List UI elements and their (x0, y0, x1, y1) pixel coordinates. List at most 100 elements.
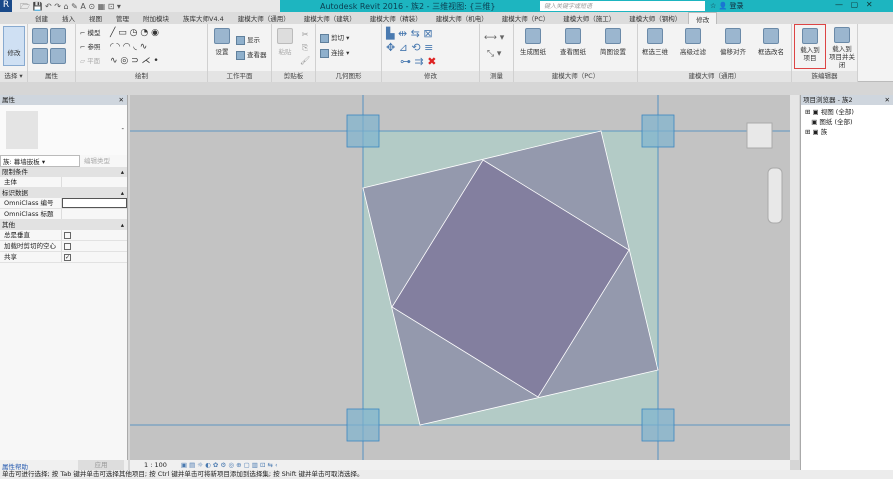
property-value[interactable] (62, 230, 127, 240)
box-rename-button[interactable]: 框选改名 (758, 28, 784, 56)
panel-select: 修改 选择 ▾ (0, 24, 28, 82)
type-preview[interactable]: - (0, 105, 127, 155)
tab-9[interactable]: 建模大师（机电） (429, 12, 495, 24)
tab-5[interactable]: 族库大师V4.4 (176, 12, 231, 24)
tab-11[interactable]: 建模大师（施工） (556, 12, 622, 24)
checkbox[interactable]: ✓ (64, 254, 71, 261)
property-name: 加载时剪切的空心 (0, 241, 62, 251)
property-category[interactable]: 限制条件 ▴ (0, 167, 127, 177)
label: 载入到 项目 (800, 46, 820, 62)
modify-tools[interactable]: ▙ ⇹ ⇆ ⊠ ✥ ⊿ ⟲ ≡ ⊶ ⇉ ✖ (386, 27, 436, 69)
tab-2[interactable]: 视图 (82, 12, 109, 24)
generate-drawings-button[interactable]: 生成图纸 (520, 28, 546, 56)
search-input[interactable]: 键入关键字或短语 (540, 1, 705, 11)
show-button[interactable]: 显示 (236, 34, 260, 45)
draw-shapes-gallery[interactable]: ╱ ▭ ◷ ◔ ◉ ◜ ◝ ◠ ◟ ∿ ∿ ◎ ⊃ ⋌ • (110, 26, 159, 68)
cut-button[interactable]: 剪切 ▾ (320, 32, 349, 43)
app-menu-button[interactable]: R (0, 0, 12, 12)
tab-4[interactable]: 附加模块 (136, 12, 176, 24)
family-types-icon[interactable] (32, 28, 48, 44)
property-value[interactable] (62, 209, 127, 219)
property-value[interactable] (62, 198, 127, 208)
ref-label: 参照 (87, 43, 101, 51)
browser-item[interactable]: ⊞ ▣ 族 (805, 127, 889, 137)
label: 框选三维 (642, 48, 668, 56)
set-workplane-button[interactable]: 设置 (212, 28, 232, 56)
tab-12[interactable]: 建模大师（钢构） (622, 12, 688, 24)
set-label: 设置 (215, 48, 229, 56)
type-selector[interactable]: 族: 幕墙嵌板 ▾ (0, 155, 80, 167)
sketch-settings-button[interactable]: 简图设置 (600, 28, 626, 56)
cut-label: 剪切 (331, 34, 344, 42)
measure-tools[interactable]: ⟷ ▾ ⤡ ▾ (484, 30, 504, 62)
tab-6[interactable]: 建模大师（通用） (231, 12, 297, 24)
paste-button[interactable]: 粘贴 (276, 28, 294, 56)
drawing-canvas[interactable] (130, 95, 790, 460)
property-category[interactable]: 其他 ▴ (0, 220, 127, 230)
show-label: 显示 (247, 36, 260, 44)
tab-8[interactable]: 建模大师（精装） (363, 12, 429, 24)
property-value[interactable] (62, 177, 127, 187)
load-into-project-button[interactable]: 载入到 项目 (794, 24, 826, 69)
model-label: 模型 (87, 29, 101, 37)
view-control-icons[interactable]: ▣ ▤ ☼ ◐ ✿ ⚙ ◎ ⊕ ▢ ▥ ⊡ ⇆ ‹ (181, 461, 278, 469)
panel-geometry: 剪切 ▾ 连接 ▾ 几何图形 (316, 24, 382, 82)
ref-plane-button[interactable]: ▱ 平面 (80, 55, 100, 65)
browser-header: 项目浏览器 - 族2 ✕ (801, 95, 893, 105)
clipboard-tools[interactable]: ✂ ⎘ 🖌 (300, 28, 310, 67)
browser-item[interactable]: ▣ 图纸 (全部) (805, 117, 889, 127)
tab-0[interactable]: 创建 (28, 12, 55, 24)
navigation-bar[interactable] (767, 167, 783, 224)
advanced-filter-button[interactable]: 高级过滤 (680, 28, 706, 56)
properties-icon[interactable] (32, 48, 48, 64)
window-controls[interactable]: — ▢ ✕ (835, 0, 873, 9)
panel-general: 框选三维 高级过滤 偏移对齐 框选改名 建模大师（通用） (638, 24, 792, 82)
family-category-icon[interactable] (50, 28, 67, 44)
collapse-icon[interactable]: ▴ (121, 188, 124, 198)
vertical-scrollbar[interactable] (790, 95, 799, 460)
load-and-close-button[interactable]: 载入到 项目并关闭 (826, 27, 858, 69)
tab-7[interactable]: 建模大师（建筑） (297, 12, 363, 24)
paste-icon (277, 28, 293, 44)
view-drawings-button[interactable]: 查看图纸 (560, 28, 586, 56)
panel-family-editor: 载入到 项目 载入到 项目并关闭 族编辑器 (792, 24, 858, 82)
property-value[interactable] (62, 241, 127, 251)
box-select-3d-button[interactable]: 框选三维 (642, 28, 668, 56)
panel-measure: ⟷ ▾ ⤡ ▾ 测量 (480, 24, 514, 82)
panel-label: 族编辑器 (792, 71, 857, 82)
model-line-button[interactable]: ⌐ 模型 (80, 27, 101, 37)
browser-item[interactable]: ⊞ ▣ 视图 (全部) (805, 107, 889, 117)
offset-align-button[interactable]: 偏移对齐 (720, 28, 746, 56)
close-icon[interactable]: ✕ (119, 95, 124, 105)
viewer-button[interactable]: 查看器 (236, 49, 267, 60)
panel-label[interactable]: 选择 ▾ (0, 71, 27, 82)
apply-button[interactable]: 应用 (78, 460, 124, 470)
modify-button[interactable]: 修改 (3, 26, 25, 66)
tab-10[interactable]: 建模大师（PC） (495, 12, 556, 24)
collapse-icon[interactable]: ▴ (121, 220, 124, 230)
scale-selector[interactable]: 1 : 100 (144, 461, 167, 469)
close-icon[interactable]: ✕ (885, 95, 890, 105)
type-properties-icon[interactable] (50, 48, 67, 64)
property-category[interactable]: 标识数据 ▴ (0, 188, 127, 198)
edit-type-button[interactable]: 编辑类型 (80, 155, 110, 167)
join-button[interactable]: 连接 ▾ (320, 47, 349, 58)
panel-label: 工作平面 (208, 71, 271, 82)
reference-line-button[interactable]: ⌐ 参照 (80, 41, 101, 51)
label: 偏移对齐 (720, 48, 746, 56)
login-button[interactable]: ☆ 👤 登录 (710, 1, 743, 11)
tab-1[interactable]: 插入 (55, 12, 82, 24)
properties-table: 限制条件 ▴ 主体 标识数据 ▴ OmniClass 编号 OmniClass 标题 其他 ▴ 总… (0, 167, 127, 263)
tab-13[interactable]: 修改 (688, 12, 718, 24)
browser-tree: ⊞ ▣ 视图 (全部) ▣ 图纸 (全部) ⊞ ▣ 族 (801, 105, 893, 139)
property-row: OmniClass 标题 (0, 209, 127, 220)
property-value[interactable]: ✓ (62, 252, 127, 262)
property-name: OmniClass 标题 (0, 209, 62, 219)
collapse-icon[interactable]: ▴ (121, 167, 124, 177)
viewcube[interactable] (746, 122, 773, 149)
checkbox[interactable] (64, 232, 71, 239)
browser-item-label: 图纸 (全部) (819, 118, 853, 126)
tab-3[interactable]: 管理 (109, 12, 136, 24)
panel-properties: 属性 (28, 24, 76, 82)
checkbox[interactable] (64, 243, 71, 250)
